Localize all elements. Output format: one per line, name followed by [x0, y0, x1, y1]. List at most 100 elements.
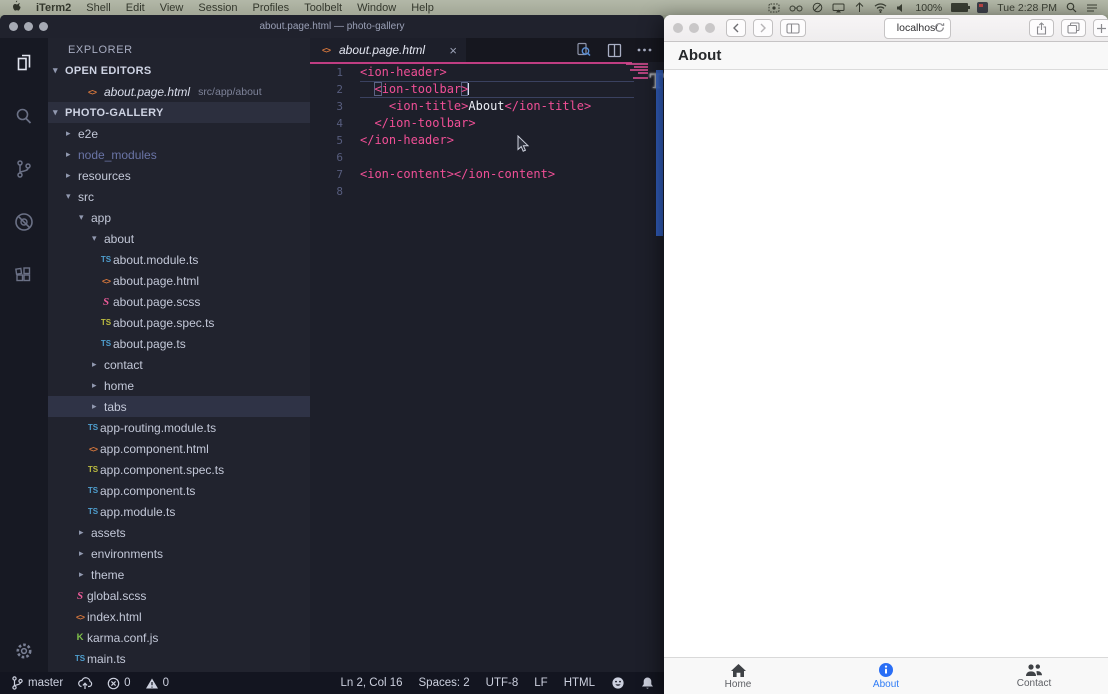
forward-button[interactable]: [753, 19, 773, 37]
input-source-icon[interactable]: [977, 2, 988, 13]
open-preview-icon[interactable]: [576, 42, 592, 58]
menu-profiles[interactable]: Profiles: [253, 2, 290, 14]
editor-scrollbar[interactable]: [656, 70, 663, 236]
minimize-window-button[interactable]: [24, 22, 33, 31]
split-editor-icon[interactable]: [607, 43, 622, 58]
tree-item-app.component.html[interactable]: app.component.html: [48, 438, 310, 459]
tree-item-src[interactable]: ▾src: [48, 186, 310, 207]
menu-bar-clock[interactable]: Tue 2:28 PM: [997, 2, 1057, 14]
menu-view[interactable]: View: [160, 2, 184, 14]
do-not-disturb-icon[interactable]: [812, 2, 823, 13]
tree-item-node_modules[interactable]: ▸node_modules: [48, 144, 310, 165]
tree-item-home[interactable]: ▸home: [48, 375, 310, 396]
close-window-button[interactable]: [9, 22, 18, 31]
extensions-icon[interactable]: [12, 263, 36, 292]
tree-item-theme[interactable]: ▸theme: [48, 564, 310, 585]
feedback-smiley-icon[interactable]: [611, 676, 625, 690]
open-editor-item[interactable]: about.page.html src/app/about: [48, 81, 310, 102]
minimap[interactable]: [622, 63, 648, 80]
tree-item-assets[interactable]: ▸assets: [48, 522, 310, 543]
tree-item-app.module.ts[interactable]: app.module.ts: [48, 501, 310, 522]
back-button[interactable]: [726, 19, 746, 37]
problems-warnings-indicator[interactable]: 0: [145, 677, 169, 690]
tree-item-global.scss[interactable]: global.scss: [48, 585, 310, 606]
address-bar[interactable]: localhost: [884, 18, 950, 39]
search-icon[interactable]: [12, 104, 36, 133]
tree-item-about.page.spec.ts[interactable]: about.page.spec.ts: [48, 312, 310, 333]
wifi-icon[interactable]: [874, 3, 887, 13]
close-window-button[interactable]: [673, 23, 683, 33]
screen-recording-icon[interactable]: [768, 3, 780, 13]
glasses-icon[interactable]: [789, 4, 803, 12]
settings-gear-icon[interactable]: [0, 641, 48, 661]
ionic-tab-about[interactable]: About: [812, 658, 960, 694]
spotlight-search-icon[interactable]: [1066, 2, 1077, 13]
tree-item-about.page.html[interactable]: about.page.html: [48, 270, 310, 291]
debug-disabled-icon[interactable]: [12, 210, 36, 239]
open-editors-header[interactable]: ▾ OPEN EDITORS: [48, 60, 310, 81]
encoding-indicator[interactable]: UTF-8: [486, 677, 519, 689]
tree-item-about.page.scss[interactable]: about.page.scss: [48, 291, 310, 312]
source-control-icon[interactable]: [12, 157, 36, 186]
apple-menu-icon[interactable]: [10, 0, 21, 15]
editor-body[interactable]: 1<ion-header>2 <ion-toolbar>3 <ion-title…: [310, 62, 664, 672]
notification-center-icon[interactable]: [1086, 3, 1098, 13]
menu-help[interactable]: Help: [411, 2, 434, 14]
code-line-5[interactable]: 5</ion-header>: [310, 132, 664, 149]
publish-changes-icon[interactable]: [77, 676, 93, 690]
tree-item-index.html[interactable]: index.html: [48, 606, 310, 627]
tree-item-karma.conf.js[interactable]: karma.conf.js: [48, 627, 310, 648]
indentation-indicator[interactable]: Spaces: 2: [419, 677, 470, 689]
sidebar-toggle-icon[interactable]: [780, 19, 806, 37]
code-line-6[interactable]: 6: [310, 149, 664, 166]
menu-session[interactable]: Session: [198, 2, 237, 14]
menu-iterm2[interactable]: iTerm2: [36, 2, 71, 14]
tree-item-contact[interactable]: ▸contact: [48, 354, 310, 375]
volume-icon[interactable]: [896, 3, 906, 13]
tab-overview-icon[interactable]: [1061, 19, 1086, 37]
code-line-1[interactable]: 1<ion-header>: [310, 64, 664, 81]
code-line-2[interactable]: 2 <ion-toolbar>: [310, 81, 664, 98]
git-branch-indicator[interactable]: master: [10, 675, 63, 691]
tree-item-about.page.ts[interactable]: about.page.ts: [48, 333, 310, 354]
menu-shell[interactable]: Shell: [86, 2, 110, 14]
close-tab-icon[interactable]: ×: [449, 44, 457, 57]
tree-item-about[interactable]: ▾about: [48, 228, 310, 249]
language-mode-indicator[interactable]: HTML: [564, 677, 595, 689]
more-actions-icon[interactable]: [637, 48, 652, 52]
new-tab-icon[interactable]: [1093, 19, 1108, 37]
zoom-window-button[interactable]: [705, 23, 715, 33]
tree-item-resources[interactable]: ▸resources: [48, 165, 310, 186]
reload-icon[interactable]: [934, 22, 945, 36]
menu-window[interactable]: Window: [357, 2, 396, 14]
menu-edit[interactable]: Edit: [126, 2, 145, 14]
project-section-header[interactable]: ▾ PHOTO-GALLERY: [48, 102, 310, 123]
code-line-3[interactable]: 3 <ion-title>About</ion-title>: [310, 98, 664, 115]
explorer-icon[interactable]: [12, 51, 36, 80]
code-line-4[interactable]: 4 </ion-toolbar>: [310, 115, 664, 132]
code-line-8[interactable]: 8: [310, 183, 664, 200]
battery-icon[interactable]: [951, 3, 968, 12]
problems-errors-indicator[interactable]: 0: [107, 677, 130, 690]
menu-toolbelt[interactable]: Toolbelt: [304, 2, 342, 14]
tree-item-app.component.ts[interactable]: app.component.ts: [48, 480, 310, 501]
sync-arrows-icon[interactable]: [854, 2, 865, 13]
cursor-position-indicator[interactable]: Ln 2, Col 16: [341, 677, 403, 689]
share-icon[interactable]: [1029, 19, 1054, 37]
tree-item-about.module.ts[interactable]: about.module.ts: [48, 249, 310, 270]
tree-item-app.component.spec.ts[interactable]: app.component.spec.ts: [48, 459, 310, 480]
tree-item-environments[interactable]: ▸environments: [48, 543, 310, 564]
editor-tab-about-page-html[interactable]: about.page.html ×: [310, 38, 466, 62]
airplay-display-icon[interactable]: [832, 3, 845, 13]
zoom-window-button[interactable]: [39, 22, 48, 31]
ionic-tab-contact[interactable]: Contact: [960, 658, 1108, 694]
ionic-tab-home[interactable]: Home: [664, 658, 812, 694]
tree-item-main.ts[interactable]: main.ts: [48, 648, 310, 669]
vscode-title-bar[interactable]: about.page.html — photo-gallery: [0, 15, 664, 38]
tree-item-e2e[interactable]: ▸e2e: [48, 123, 310, 144]
code-line-7[interactable]: 7<ion-content></ion-content>: [310, 166, 664, 183]
eol-indicator[interactable]: LF: [534, 677, 547, 689]
notifications-bell-icon[interactable]: [641, 676, 654, 690]
minimize-window-button[interactable]: [689, 23, 699, 33]
tree-item-tabs[interactable]: ▸tabs: [48, 396, 310, 417]
